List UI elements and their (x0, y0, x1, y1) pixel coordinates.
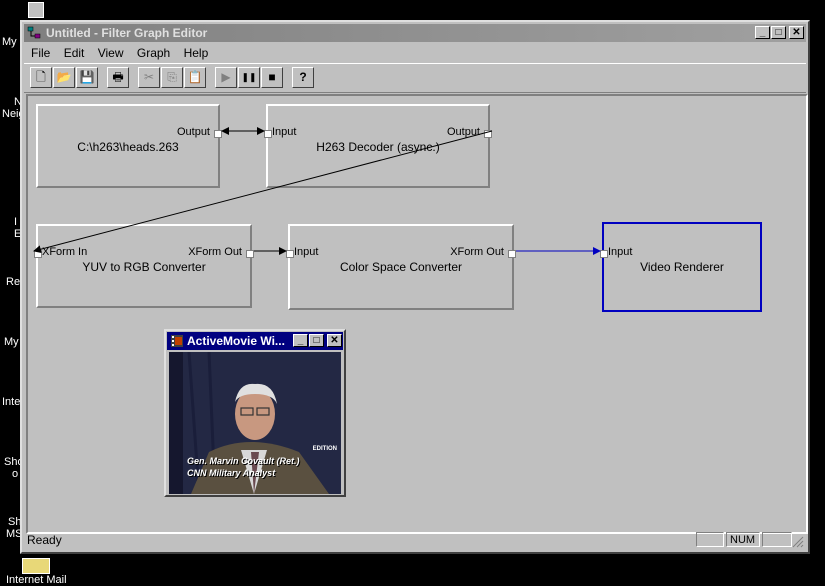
title-bar[interactable]: Untitled - Filter Graph Editor _ □ ✕ (24, 24, 806, 42)
menu-file[interactable]: File (26, 44, 55, 62)
desktop-icon[interactable] (28, 2, 44, 18)
input-pin[interactable] (34, 250, 42, 258)
output-pin[interactable] (508, 250, 516, 258)
pin-label: Input (608, 246, 633, 258)
menu-view[interactable]: View (93, 44, 129, 62)
pin-label: Output (176, 126, 210, 138)
maximize-button[interactable]: □ (309, 334, 324, 347)
num-lock-indicator: NUM (726, 532, 760, 547)
video-frame: Gen. Marvin Covault (Ret.) CNN Military … (169, 352, 341, 494)
status-text: Ready (27, 533, 62, 547)
filter-decoder[interactable]: H263 Decoder (async.) Input Output (264, 104, 492, 188)
desktop-icon-label: My (4, 336, 19, 348)
activemovie-title-bar[interactable]: ActiveMovie Wi... _ □ ✕ (167, 332, 343, 350)
play-icon[interactable]: ▶ (215, 67, 237, 88)
cut-icon[interactable]: ✂ (138, 67, 160, 88)
resize-grip-icon[interactable] (792, 536, 804, 548)
copy-icon[interactable]: ⎘ (161, 67, 183, 88)
save-icon[interactable]: 💾 (76, 67, 98, 88)
output-pin[interactable] (484, 130, 492, 138)
filter-yuv-converter[interactable]: YUV to RGB Converter XForm In XForm Out (34, 224, 254, 308)
window-title: Untitled - Filter Graph Editor (46, 26, 208, 40)
paste-icon[interactable]: 📋 (184, 67, 206, 88)
activemovie-window[interactable]: ActiveMovie Wi... _ □ ✕ Gen. Marvin Cova… (164, 329, 346, 497)
help-icon[interactable]: ? (292, 67, 314, 88)
print-icon[interactable]: 🖶 (107, 67, 129, 88)
pin-label: XForm Out (188, 246, 242, 258)
filter-name: Video Renderer (640, 260, 724, 274)
desktop-icon-label: Inte (2, 396, 21, 408)
minimize-button[interactable]: _ (755, 26, 770, 39)
status-panel (696, 532, 724, 547)
filter-name: H263 Decoder (async.) (316, 140, 440, 154)
pin-label: Input (272, 126, 297, 138)
film-icon (171, 335, 183, 347)
input-pin[interactable] (286, 250, 294, 258)
new-icon[interactable]: 🗋 (30, 67, 52, 88)
maximize-button[interactable]: □ (771, 26, 786, 39)
output-pin[interactable] (246, 250, 254, 258)
desktop-icon-label: Re (6, 276, 21, 288)
desktop-icon-label: I (14, 216, 18, 228)
pin-label: Input (294, 246, 319, 258)
input-pin[interactable] (264, 130, 272, 138)
filter-color-space-converter[interactable]: Color Space Converter Input XForm Out (286, 224, 516, 310)
pin-label: XForm Out (450, 246, 504, 258)
stop-icon[interactable]: ■ (261, 67, 283, 88)
network-bug: EDITION (312, 446, 337, 452)
toolbar: 🗋 📂 💾 🖶 ✂ ⎘ 📋 ▶ ❚❚ ■ ? (24, 63, 806, 93)
menu-bar: File Edit View Graph Help (26, 44, 213, 62)
mail-icon[interactable] (22, 558, 50, 574)
open-icon[interactable]: 📂 (53, 67, 75, 88)
filter-graph-editor-window: Untitled - Filter Graph Editor _ □ ✕ Fil… (20, 20, 810, 554)
menu-help[interactable]: Help (179, 44, 214, 62)
filter-name: Color Space Converter (339, 260, 463, 274)
desktop-icon-label: Internet Mail (6, 574, 67, 586)
status-panel (762, 532, 792, 547)
filter-source[interactable]: C:\h263\heads.263 Output (36, 104, 222, 188)
menu-edit[interactable]: Edit (59, 44, 90, 62)
output-pin[interactable] (214, 130, 222, 138)
video-caption: Gen. Marvin Covault (Ret.) (187, 456, 300, 466)
pin-label: Output (446, 126, 480, 138)
filter-name: YUV to RGB Converter (82, 260, 206, 274)
video-caption: CNN Military Analyst (187, 468, 276, 478)
filter-video-renderer[interactable]: Video Renderer Input (600, 222, 762, 312)
filter-name: C:\h263\heads.263 (77, 140, 179, 154)
close-button[interactable]: ✕ (327, 334, 342, 347)
desktop-icon-label: My (2, 36, 17, 48)
minimize-button[interactable]: _ (293, 334, 308, 347)
activemovie-title: ActiveMovie Wi... (187, 334, 285, 348)
input-pin[interactable] (600, 250, 608, 258)
menu-graph[interactable]: Graph (132, 44, 175, 62)
graph-canvas[interactable]: C:\h263\heads.263 Output H263 Decoder (a… (26, 94, 808, 534)
status-bar: Ready NUM (24, 530, 806, 550)
close-button[interactable]: ✕ (789, 26, 804, 39)
desktop-icon-label: o (12, 468, 19, 480)
pin-label: XForm In (42, 246, 88, 258)
pause-icon[interactable]: ❚❚ (238, 67, 260, 88)
graph-app-icon (27, 26, 41, 39)
